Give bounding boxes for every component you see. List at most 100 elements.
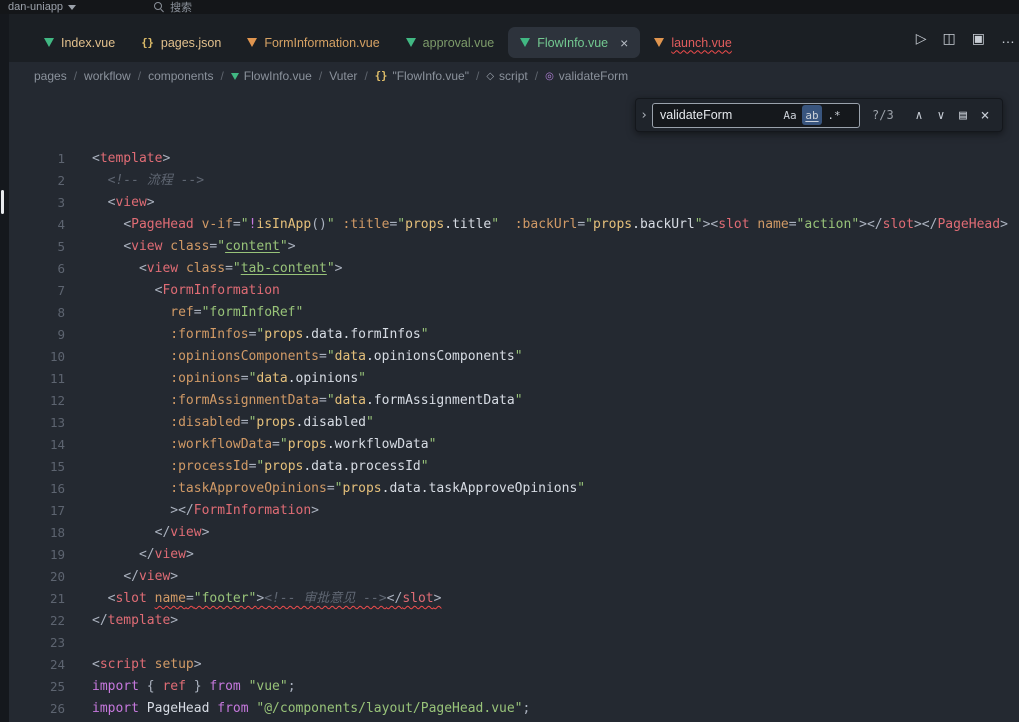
toggle-replace-button[interactable]: › [636, 99, 652, 131]
run-icon[interactable]: ▷ [916, 30, 927, 47]
line-number[interactable]: 12 [0, 390, 65, 412]
line-number[interactable]: 24 [0, 654, 65, 676]
line-number[interactable]: 11 [0, 368, 65, 390]
line-number[interactable]: 13 [0, 412, 65, 434]
layout-icon[interactable]: ▣ [972, 30, 985, 47]
code-text: <slot name="footer"><!-- 审批意见 --></slot> [92, 588, 441, 610]
breadcrumb-label: workflow [84, 69, 131, 83]
symbol-script-icon: ◇ [486, 71, 494, 82]
breadcrumb-item-script[interactable]: ◇script [486, 69, 527, 83]
split-editor-icon[interactable]: ◫ [943, 30, 956, 47]
code-line[interactable]: 24<script setup> [0, 654, 1019, 676]
code-line[interactable]: 5 <view class="content"> [0, 236, 1019, 258]
title-bar: dan-uniapp 搜索 [0, 0, 1019, 14]
close-icon[interactable]: × [620, 36, 628, 50]
match-case-toggle[interactable]: Aa [780, 105, 800, 125]
tab-index.vue[interactable]: Index.vue [32, 27, 127, 58]
code-line[interactable]: 15 :processId="props.data.processId" [0, 456, 1019, 478]
code-line[interactable]: 8 ref="formInfoRef" [0, 302, 1019, 324]
code-text: <!-- 流程 --> [92, 170, 204, 192]
find-input[interactable] [660, 108, 778, 122]
code-line[interactable]: 7 <FormInformation [0, 280, 1019, 302]
vue-file-icon [520, 38, 530, 47]
line-number[interactable]: 3 [0, 192, 65, 214]
line-number[interactable]: 8 [0, 302, 65, 324]
breadcrumb-item-components[interactable]: components [148, 69, 213, 83]
code-line[interactable]: 14 :workflowData="props.workflowData" [0, 434, 1019, 456]
code-text: :opinionsComponents="data.opinionsCompon… [92, 346, 523, 368]
code-line[interactable]: 19 </view> [0, 544, 1019, 566]
code-editor[interactable]: › Aa ab .* ?/3 ∧ ∨ ▤ × 1<template>2 <!--… [0, 90, 1019, 722]
line-number[interactable]: 23 [0, 632, 65, 654]
line-number[interactable]: 19 [0, 544, 65, 566]
close-find-button[interactable]: × [974, 104, 996, 126]
line-number[interactable]: 26 [0, 698, 65, 720]
breadcrumb-item-pages[interactable]: pages [34, 69, 67, 83]
line-number[interactable]: 14 [0, 434, 65, 456]
breadcrumb-label: validateForm [559, 69, 628, 83]
code-line[interactable]: 2 <!-- 流程 --> [0, 170, 1019, 192]
line-number[interactable]: 21 [0, 588, 65, 610]
next-match-button[interactable]: ∨ [930, 104, 952, 126]
line-number[interactable]: 1 [0, 148, 65, 170]
code-text: :formInfos="props.data.formInfos" [92, 324, 429, 346]
code-line[interactable]: 23 [0, 632, 1019, 654]
code-line[interactable]: 21 <slot name="footer"><!-- 审批意见 --></sl… [0, 588, 1019, 610]
previous-match-button[interactable]: ∧ [908, 104, 930, 126]
find-match-count: ?/3 [872, 108, 900, 122]
line-number[interactable]: 20 [0, 566, 65, 588]
regex-toggle[interactable]: .* [824, 105, 844, 125]
code-line[interactable]: 17 ></FormInformation> [0, 500, 1019, 522]
line-number[interactable]: 5 [0, 236, 65, 258]
tab-launch.vue[interactable]: launch.vue [642, 27, 743, 58]
line-number[interactable]: 10 [0, 346, 65, 368]
line-number[interactable]: 16 [0, 478, 65, 500]
code-line[interactable]: 20 </view> [0, 566, 1019, 588]
code-line[interactable]: 25import { ref } from "vue"; [0, 676, 1019, 698]
whole-word-toggle[interactable]: ab [802, 105, 822, 125]
breadcrumb-item-vuter[interactable]: Vuter [329, 69, 357, 83]
code-line[interactable]: 11 :opinions="data.opinions" [0, 368, 1019, 390]
global-search-label: 搜索 [170, 0, 192, 15]
breadcrumb-separator: / [220, 69, 223, 83]
tab-forminformation.vue[interactable]: FormInformation.vue [235, 27, 391, 58]
code-line[interactable]: 16 :taskApproveOpinions="props.data.task… [0, 478, 1019, 500]
more-actions-icon[interactable]: … [1001, 30, 1015, 46]
chevron-right-icon: › [640, 108, 648, 123]
tab-label: approval.vue [423, 36, 495, 50]
breadcrumb-separator: / [476, 69, 479, 83]
tab-flowinfo.vue[interactable]: FlowInfo.vue× [508, 27, 640, 58]
line-number[interactable]: 25 [0, 676, 65, 698]
breadcrumb-item-workflow[interactable]: workflow [84, 69, 131, 83]
code-line[interactable]: 13 :disabled="props.disabled" [0, 412, 1019, 434]
code-line[interactable]: 6 <view class="tab-content"> [0, 258, 1019, 280]
line-number[interactable]: 2 [0, 170, 65, 192]
breadcrumb-item-flowinfo.vue[interactable]: {}"FlowInfo.vue" [375, 69, 469, 83]
code-line[interactable]: 26import PageHead from "@/components/lay… [0, 698, 1019, 720]
tab-pages.json[interactable]: {}pages.json [129, 27, 233, 58]
tab-label: Index.vue [61, 36, 115, 50]
line-number[interactable]: 22 [0, 610, 65, 632]
code-line[interactable]: 12 :formAssignmentData="data.formAssignm… [0, 390, 1019, 412]
project-menu[interactable]: dan-uniapp [8, 1, 76, 13]
global-search-button[interactable]: 搜索 [154, 0, 192, 15]
line-number[interactable]: 9 [0, 324, 65, 346]
code-text: </view> [92, 544, 194, 566]
line-number[interactable]: 15 [0, 456, 65, 478]
code-line[interactable]: 3 <view> [0, 192, 1019, 214]
breadcrumb-item-flowinfo.vue[interactable]: FlowInfo.vue [231, 69, 312, 83]
tab-approval.vue[interactable]: approval.vue [394, 27, 507, 58]
find-in-selection-button[interactable]: ▤ [952, 104, 974, 126]
breadcrumb-item-validateform[interactable]: ◎validateForm [545, 69, 628, 83]
code-line[interactable]: 18 </view> [0, 522, 1019, 544]
code-line[interactable]: 9 :formInfos="props.data.formInfos" [0, 324, 1019, 346]
line-number[interactable]: 7 [0, 280, 65, 302]
line-number[interactable]: 4 [0, 214, 65, 236]
line-number[interactable]: 17 [0, 500, 65, 522]
code-line[interactable]: 22</template> [0, 610, 1019, 632]
code-line[interactable]: 10 :opinionsComponents="data.opinionsCom… [0, 346, 1019, 368]
line-number[interactable]: 18 [0, 522, 65, 544]
line-number[interactable]: 6 [0, 258, 65, 280]
code-line[interactable]: 4 <PageHead v-if="!isInApp()" :title="pr… [0, 214, 1019, 236]
code-line[interactable]: 1<template> [0, 148, 1019, 170]
